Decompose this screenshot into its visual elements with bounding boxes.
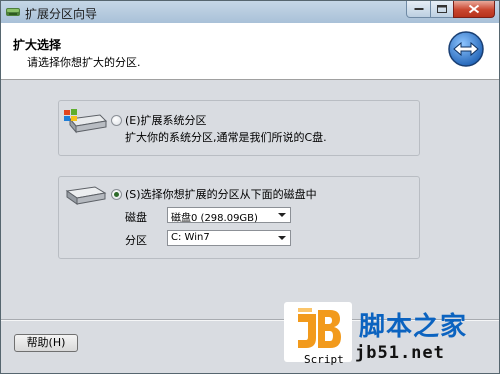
disk-label: 磁盘 (125, 211, 147, 224)
app-icon (6, 8, 20, 16)
partition-select-value: C: Win7 (171, 232, 210, 243)
partition-select[interactable]: C: Win7 (167, 230, 291, 246)
wizard-header: 扩大选择 请选择你想扩大的分区. (1, 23, 499, 80)
jb-logo-icon (298, 308, 341, 348)
system-partition-group (58, 100, 420, 156)
option-system-description: 扩大你的系统分区,通常是我们所说的C盘. (125, 131, 327, 144)
partition-label: 分区 (125, 234, 147, 247)
disk-select[interactable]: 磁盘0 (298.09GB) (167, 207, 291, 224)
minimize-icon (414, 8, 423, 10)
watermark-site-url: jb51.net (355, 343, 445, 363)
watermark-script-text: Script (304, 353, 344, 366)
title-bar[interactable]: 扩展分区向导 (1, 1, 499, 23)
hard-disk-icon (65, 186, 107, 205)
windows-disk-icon (64, 109, 108, 134)
maximize-button[interactable] (430, 1, 454, 18)
radio-select-partition[interactable] (111, 189, 122, 200)
disk-select-value: 磁盘0 (298.09GB) (171, 213, 258, 224)
watermark-site-name: 脚本之家 (359, 312, 468, 342)
chevron-down-icon (278, 213, 286, 217)
close-icon (468, 4, 480, 14)
minimize-button[interactable] (406, 1, 431, 18)
radio-extend-system[interactable] (111, 115, 122, 126)
wizard-window: 扩展分区向导 扩大选择 请选择你想扩大的分区. (E)扩展系统分区 扩大你的系统… (0, 0, 500, 374)
header-title: 扩大选择 (13, 38, 62, 52)
window-title: 扩展分区向导 (25, 7, 98, 21)
option-other-label[interactable]: (S)选择你想扩展的分区从下面的磁盘中 (125, 186, 317, 202)
maximize-icon (437, 5, 447, 13)
chevron-down-icon (278, 236, 286, 240)
header-subtitle: 请选择你想扩大的分区. (27, 56, 141, 69)
wizard-back-forward-icon (448, 31, 484, 67)
option-system-label[interactable]: (E)扩展系统分区 (125, 112, 207, 128)
close-button[interactable] (453, 1, 495, 18)
help-button[interactable]: 帮助(H) (14, 334, 78, 352)
